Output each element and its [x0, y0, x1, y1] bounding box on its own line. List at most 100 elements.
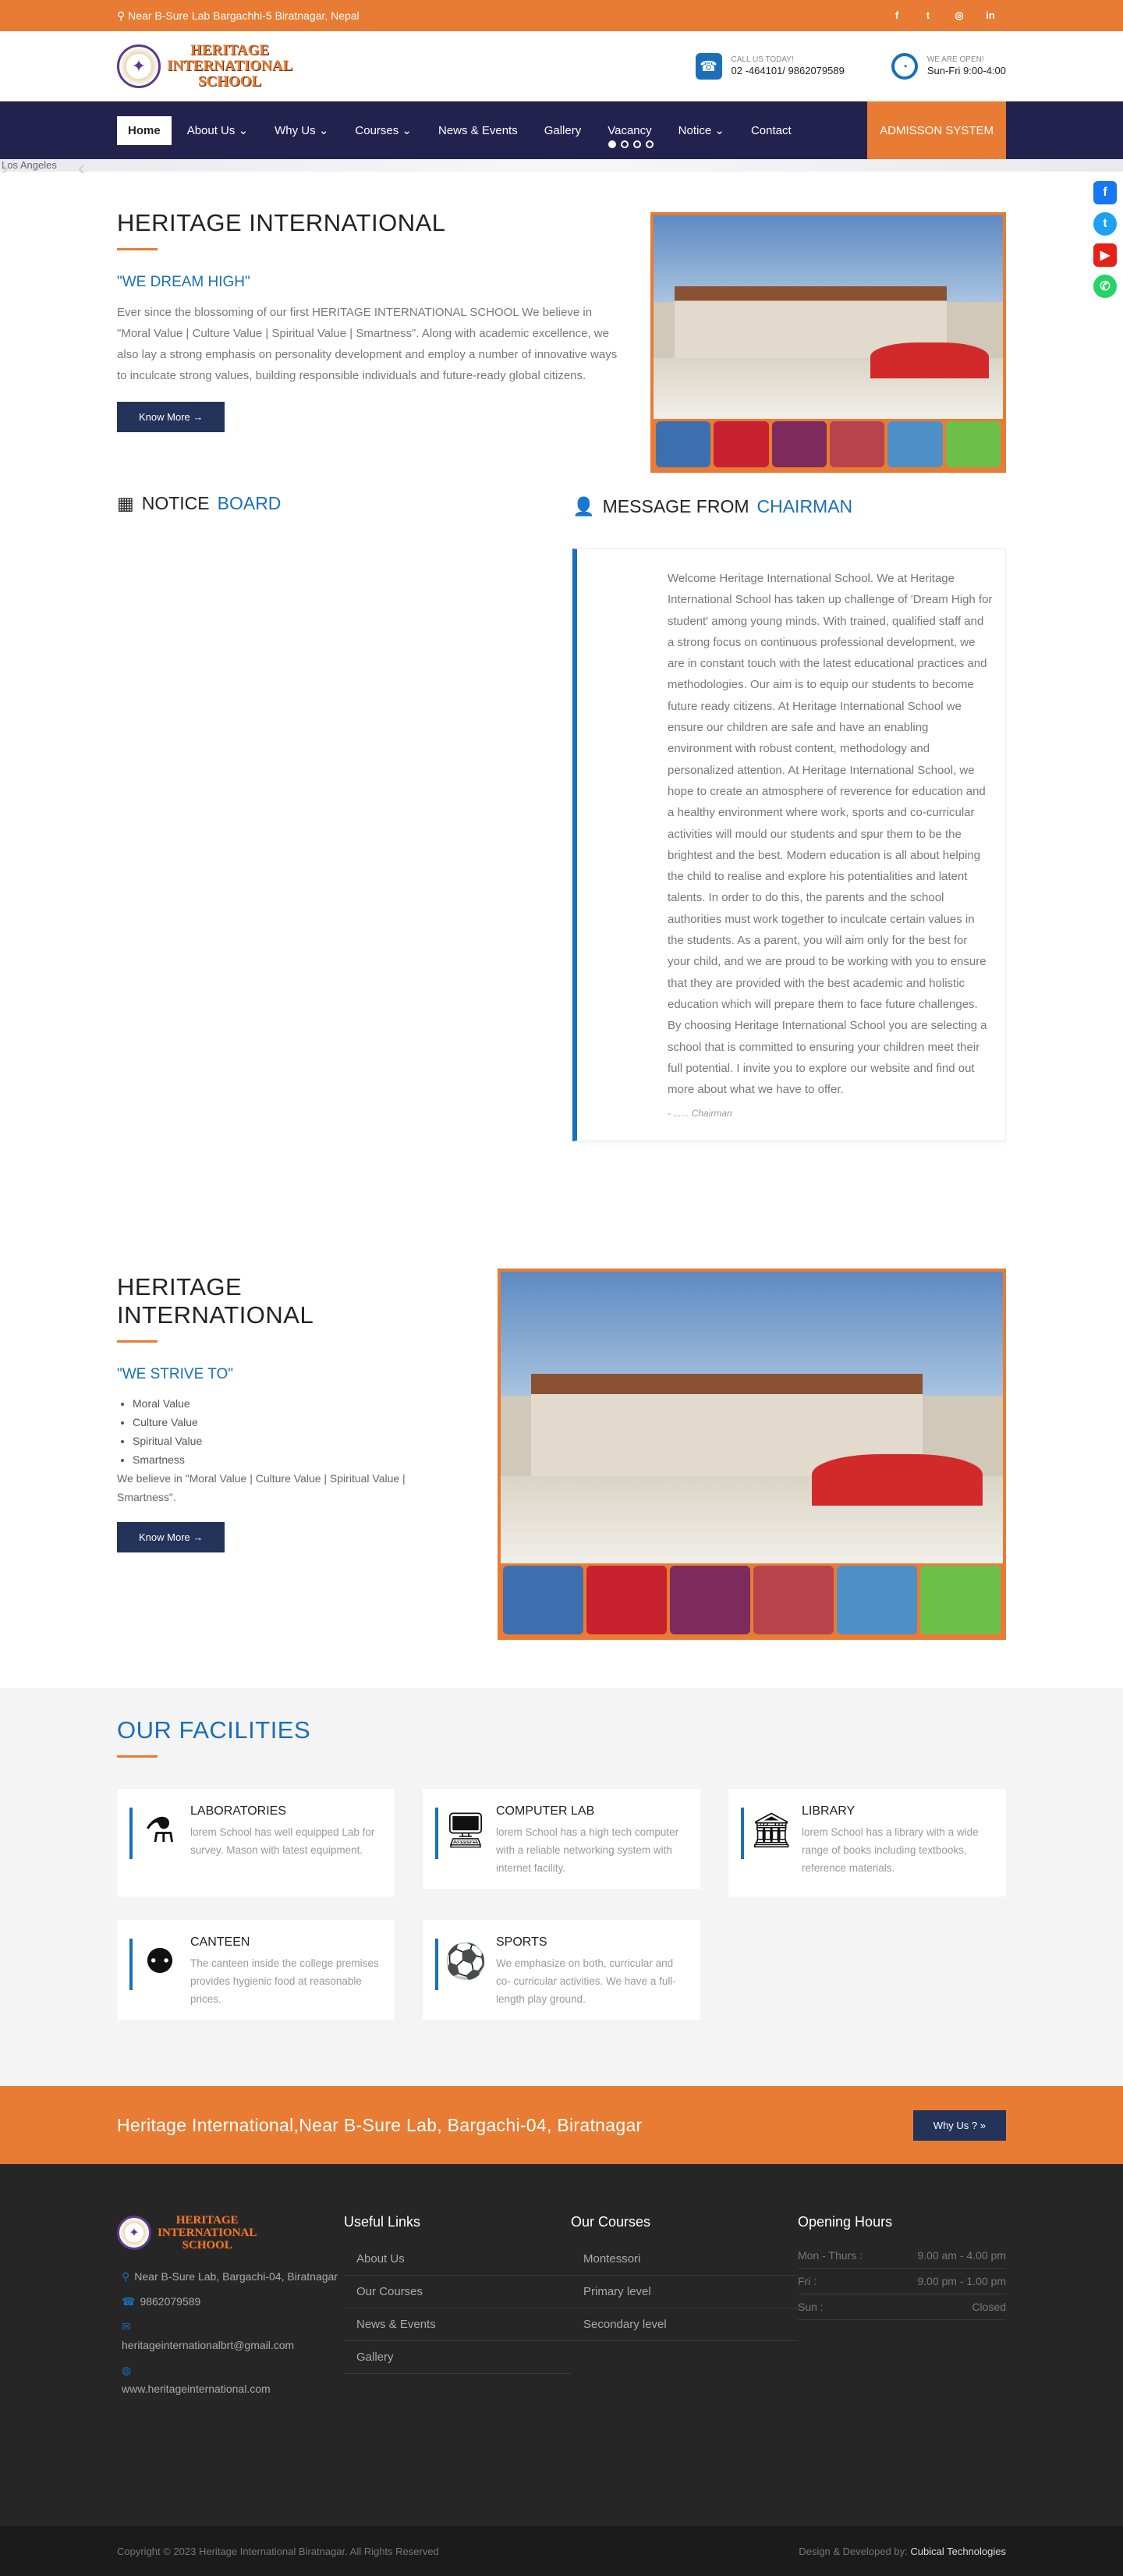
main-nav: Home About Us ⌄ Why Us ⌄ Courses ⌄ News … — [0, 101, 1123, 159]
site-logo[interactable]: ✦ HERITAGE INTERNATIONAL SCHOOL — [117, 43, 292, 90]
call-us: ☎ CALL US TODAY! 02 -464101/ 9862079589 — [695, 53, 845, 80]
title-underline — [117, 1340, 158, 1343]
know-more-button[interactable]: Know More → — [117, 402, 225, 432]
title-underline — [117, 1755, 158, 1758]
hours-row: Mon - Thurs :9.00 am - 4.00 pm — [798, 2243, 1006, 2269]
nav-courses[interactable]: Courses ⌄ — [344, 115, 423, 145]
footer-link[interactable]: Gallery — [344, 2341, 571, 2374]
footer-link[interactable]: About Us — [344, 2243, 571, 2276]
copyright-text: Copyright © 2023 Heritage International … — [117, 2545, 439, 2557]
intro-section: HERITAGE INTERNATIONAL "WE DREAM HIGH" E… — [0, 172, 1123, 493]
useful-links-title: Useful Links — [344, 2214, 421, 2230]
phone-icon: ☎ — [695, 53, 722, 80]
double-chevron-icon: » — [980, 2119, 986, 2131]
slider-dot[interactable] — [621, 140, 629, 148]
why-us-button[interactable]: Why Us ? » — [912, 2109, 1006, 2141]
nav-news[interactable]: News & Events — [427, 116, 529, 145]
school-emblem-icon: ✦ — [117, 2216, 151, 2250]
list-item: Culture Value — [133, 1413, 445, 1432]
copyright-bar: Copyright © 2023 Heritage International … — [0, 2526, 1123, 2576]
developer-link[interactable]: Cubical Technologies — [910, 2546, 1006, 2557]
linkedin-icon[interactable]: in — [975, 9, 1006, 22]
intro-title: HERITAGE INTERNATIONAL — [117, 209, 446, 236]
chevron-down-icon: ⌄ — [714, 124, 724, 137]
phone-icon: ☎ — [122, 2295, 136, 2308]
facility-card[interactable]: ⚗ LABORATORIES lorem School has well equ… — [117, 1789, 395, 1897]
header: ✦ HERITAGE INTERNATIONAL SCHOOL ☎ CALL U… — [0, 31, 1123, 101]
facebook-icon[interactable]: f — [881, 9, 912, 22]
hours-row: Fri :9.00 pm - 1.00 pm — [798, 2269, 1006, 2294]
intro-text: Ever since the blossoming of our first H… — [117, 306, 618, 382]
footer-link[interactable]: News & Events — [344, 2308, 571, 2341]
slider-next-icon[interactable]: › — [2, 156, 1045, 180]
footer-website[interactable]: ◍ www.heritageinternational.com — [117, 2361, 344, 2398]
facebook-icon[interactable]: f — [1093, 181, 1117, 204]
footer-address: ⚲ Near B-Sure Lab, Bargachi-04, Biratnaga… — [122, 2270, 338, 2283]
chevron-down-icon: ⌄ — [238, 124, 249, 137]
chairman-message-title: 👤 MESSAGE FROM CHAIRMAN — [572, 496, 853, 516]
footer: ✦ HERITAGE INTERNATIONAL SCHOOL ⚲ Near B-… — [0, 2164, 1123, 2526]
nav-home[interactable]: Home — [117, 115, 172, 145]
notice-message-section: ▦ NOTICE BOARD 👤 MESSAGE FROM CHAIRMAN Wel… — [0, 493, 1123, 1273]
ball-icon: ⚽ — [444, 1943, 487, 1981]
logo-text: HERITAGE INTERNATIONAL SCHOOL — [158, 2214, 257, 2251]
chairman-signature: - ...... Chairman — [668, 1108, 732, 1119]
library-icon: 🏛 — [749, 1811, 793, 1850]
floating-social: f t ▶ ✆ — [1093, 181, 1117, 298]
nav-why-us[interactable]: Why Us ⌄ — [264, 115, 339, 145]
chevron-down-icon: ⌄ — [402, 124, 412, 137]
footer-email[interactable]: ✉ heritageinternationalbrt@gmail.com — [117, 2317, 344, 2354]
band-address: Heritage International,Near B-Sure Lab, … — [117, 2114, 643, 2135]
facility-card[interactable]: ⚉ CANTEEN The canteen inside the college… — [117, 1920, 395, 2020]
footer-logo[interactable]: ✦ HERITAGE INTERNATIONAL SCHOOL — [117, 2214, 344, 2251]
instagram-icon[interactable]: ◎ — [944, 9, 975, 22]
footer-link[interactable]: Our Courses — [344, 2276, 571, 2308]
footer-course-link[interactable]: Secondary level — [571, 2308, 798, 2341]
slider-dot[interactable] — [633, 140, 641, 148]
youtube-icon[interactable]: ▶ — [1093, 243, 1117, 267]
whatsapp-icon[interactable]: ✆ — [1093, 275, 1117, 298]
clock-icon: ◔ — [891, 53, 918, 80]
slider-dot[interactable] — [608, 140, 616, 148]
footer-phone[interactable]: ☎ 9862079589 — [117, 2292, 344, 2311]
canteen-icon: ⚉ — [144, 1942, 175, 1981]
user-icon: 👤 — [572, 496, 595, 516]
facility-card[interactable]: ⚽ SPORTS We emphasize on both, curricula… — [423, 1920, 700, 2020]
strive-section: HERITAGE INTERNATIONAL "WE STRIVE TO" Mo… — [0, 1268, 1123, 1688]
our-courses-title: Our Courses — [571, 2214, 651, 2230]
know-more-button[interactable]: Know More → — [117, 1522, 225, 1552]
nav-contact[interactable]: Contact — [740, 116, 802, 145]
calendar-icon: ▦ — [117, 493, 134, 513]
chairman-message-text: Welcome Heritage International School. W… — [668, 572, 993, 1097]
slider-image: Los Angeles ‹ › — [0, 156, 1123, 179]
twitter-icon[interactable]: t — [912, 9, 944, 22]
globe-icon: ◍ — [122, 2364, 132, 2376]
twitter-icon[interactable]: t — [1093, 212, 1117, 236]
opening-hours-title: Opening Hours — [798, 2214, 893, 2230]
map-marker-icon: ⚲ — [117, 9, 129, 22]
map-marker-icon: ⚲ — [122, 2270, 130, 2283]
top-bar: ⚲ Near B-Sure Lab Bargachhi-5 Biratnagar… — [0, 0, 1123, 31]
developer-credit: Design & Developed by: Cubical Technolog… — [799, 2545, 1006, 2557]
facilities-section: OUR FACILITIES ⚗ LABORATORIES lorem Scho… — [0, 1688, 1123, 2086]
notice-board-title: ▦ NOTICE BOARD — [117, 493, 282, 513]
admission-system-button[interactable]: ADMISSON SYSTEM — [867, 101, 1006, 159]
list-item: Smartness — [133, 1450, 445, 1469]
nav-notice[interactable]: Notice ⌄ — [668, 115, 735, 145]
facility-card[interactable]: 🖥 COMPUTER LAB lorem School has a high t… — [423, 1789, 700, 1889]
school-building-image — [498, 1268, 1006, 1640]
nav-gallery[interactable]: Gallery — [533, 116, 593, 145]
logo-text: HERITAGE INTERNATIONAL SCHOOL — [167, 42, 293, 90]
opening-time: ◔ WE ARE OPEN! Sun-Fri 9:00-4:00 — [891, 53, 1006, 80]
footer-course-link[interactable]: Primary level — [571, 2276, 798, 2308]
values-list: Moral Value Culture Value Spiritual Valu… — [133, 1394, 445, 1469]
title-underline — [117, 248, 158, 250]
chairman-message-box: Welcome Heritage International School. W… — [572, 548, 1006, 1142]
school-emblem-icon: ✦ — [117, 44, 161, 88]
nav-about[interactable]: About Us ⌄ — [176, 115, 259, 145]
chevron-down-icon: ⌄ — [318, 124, 329, 137]
facility-card[interactable]: 🏛 LIBRARY lorem School has a library wit… — [728, 1789, 1006, 1897]
envelope-icon: ✉ — [122, 2320, 131, 2333]
slider-dot[interactable] — [646, 140, 654, 148]
footer-course-link[interactable]: Montessori — [571, 2243, 798, 2276]
